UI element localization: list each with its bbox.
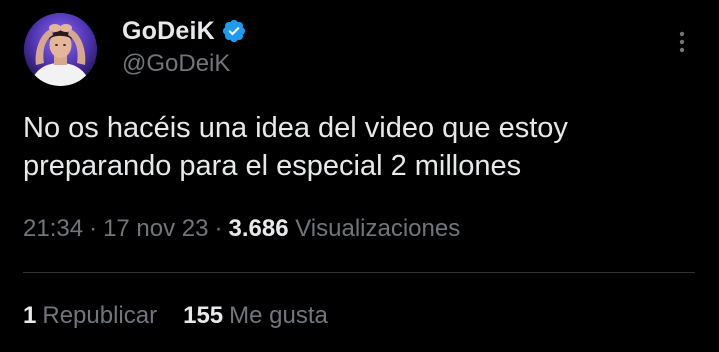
likes-count: 155 xyxy=(183,302,224,329)
reposts-label: Republicar xyxy=(42,302,158,329)
likes-label: Me gusta xyxy=(229,302,328,329)
author-name-row[interactable]: GoDeiK xyxy=(122,14,247,48)
reposts-count: 1 xyxy=(23,302,37,329)
author-handle[interactable]: @GoDeiK xyxy=(122,50,230,78)
more-options-button[interactable] xyxy=(670,28,694,56)
reposts-stat[interactable]: 1 Republicar xyxy=(23,302,157,330)
verified-badge-icon[interactable] xyxy=(221,18,247,44)
divider xyxy=(23,272,695,273)
tweet-time[interactable]: 21:34 xyxy=(23,215,83,242)
engagement-stats: 1 Republicar 155 Me gusta xyxy=(23,302,328,330)
tweet-date[interactable]: 17 nov 23 xyxy=(103,215,208,242)
views-label: Visualizaciones xyxy=(295,215,461,242)
views-count: 3.686 xyxy=(228,215,289,242)
tweet-meta: 21:34 · 17 nov 23 · 3.686 Visualizaciones xyxy=(23,215,460,243)
likes-stat[interactable]: 155 Me gusta xyxy=(183,302,328,330)
meta-separator: · xyxy=(89,215,98,242)
meta-separator: · xyxy=(214,215,223,242)
tweet-text: No os hacéis una idea del video que esto… xyxy=(23,112,568,182)
avatar[interactable] xyxy=(24,13,97,86)
author-display-name[interactable]: GoDeiK xyxy=(122,17,215,46)
more-vertical-icon xyxy=(679,31,685,53)
avatar-image xyxy=(24,13,97,86)
